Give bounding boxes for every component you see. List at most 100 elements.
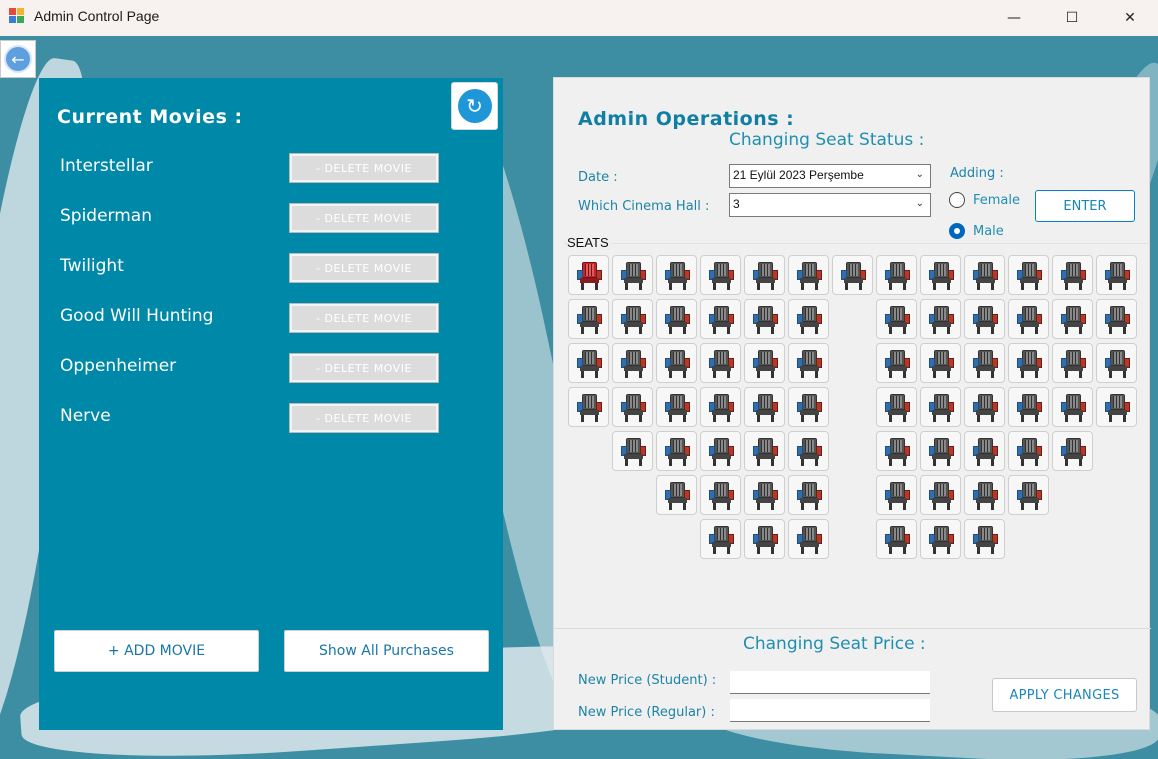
seat[interactable] (568, 343, 609, 383)
seat[interactable] (876, 299, 917, 339)
seat[interactable] (700, 387, 741, 427)
seat[interactable] (700, 343, 741, 383)
delete-movie-button[interactable]: - DELETE MOVIE (289, 303, 439, 333)
seat[interactable] (1008, 387, 1049, 427)
seat[interactable] (744, 299, 785, 339)
admin-operations-title: Admin Operations : (578, 108, 795, 130)
enter-button[interactable]: ENTER (1035, 190, 1135, 222)
delete-movie-button[interactable]: - DELETE MOVIE (289, 203, 439, 233)
seat[interactable] (876, 343, 917, 383)
movie-name: Nerve (60, 406, 111, 426)
seat[interactable] (788, 519, 829, 559)
seat[interactable] (612, 387, 653, 427)
radio-selected-icon (949, 223, 965, 239)
delete-movie-button[interactable]: - DELETE MOVIE (289, 253, 439, 283)
seat[interactable] (964, 431, 1005, 471)
maximize-button[interactable]: ☐ (1043, 0, 1101, 36)
seat[interactable] (656, 299, 697, 339)
seat[interactable] (612, 343, 653, 383)
seat[interactable] (832, 255, 873, 295)
seat[interactable] (700, 475, 741, 515)
seat[interactable] (656, 475, 697, 515)
female-label: Female (973, 192, 1021, 208)
seat[interactable] (920, 387, 961, 427)
student-price-input[interactable] (730, 671, 930, 694)
seat[interactable] (1008, 431, 1049, 471)
seat[interactable] (612, 431, 653, 471)
seat[interactable] (700, 255, 741, 295)
date-picker[interactable]: 21 Eylül 2023 Perşembe ⌄ (729, 164, 931, 188)
seat[interactable] (1052, 255, 1093, 295)
seat[interactable] (1096, 255, 1137, 295)
male-label: Male (973, 223, 1004, 239)
maximize-icon: ☐ (1065, 10, 1079, 26)
seat[interactable] (568, 387, 609, 427)
seat[interactable] (700, 431, 741, 471)
seat[interactable] (876, 519, 917, 559)
female-radio[interactable]: Female (949, 192, 1020, 208)
seat[interactable] (788, 343, 829, 383)
seat[interactable] (656, 431, 697, 471)
apply-changes-button[interactable]: APPLY CHANGES (992, 678, 1137, 712)
seat[interactable] (744, 343, 785, 383)
seat[interactable] (876, 255, 917, 295)
seat[interactable] (1008, 299, 1049, 339)
seat[interactable] (1008, 475, 1049, 515)
show-all-purchases-button[interactable]: Show All Purchases (284, 630, 489, 672)
seat[interactable] (920, 255, 961, 295)
back-button[interactable]: ← (0, 40, 36, 78)
seat[interactable] (1008, 343, 1049, 383)
seat[interactable] (744, 255, 785, 295)
seat[interactable] (964, 343, 1005, 383)
seat[interactable] (920, 431, 961, 471)
seat[interactable] (1096, 387, 1137, 427)
seat[interactable] (700, 519, 741, 559)
close-button[interactable]: ✕ (1101, 0, 1158, 36)
seat[interactable] (1052, 431, 1093, 471)
seat[interactable] (568, 299, 609, 339)
seat[interactable] (920, 475, 961, 515)
seat[interactable] (612, 255, 653, 295)
seat[interactable] (964, 299, 1005, 339)
seat[interactable] (656, 343, 697, 383)
seat[interactable] (1052, 387, 1093, 427)
seat[interactable] (964, 255, 1005, 295)
seat[interactable] (656, 255, 697, 295)
seat[interactable] (1052, 299, 1093, 339)
delete-movie-button[interactable]: - DELETE MOVIE (289, 153, 439, 183)
seat[interactable] (700, 299, 741, 339)
seat[interactable] (1096, 299, 1137, 339)
seat[interactable] (1008, 255, 1049, 295)
seat[interactable] (788, 431, 829, 471)
cinema-hall-select[interactable]: 3 ⌄ (729, 193, 931, 217)
seat[interactable] (876, 387, 917, 427)
seat[interactable] (744, 475, 785, 515)
add-movie-button[interactable]: + ADD MOVIE (54, 630, 259, 672)
delete-movie-button[interactable]: - DELETE MOVIE (289, 353, 439, 383)
seat[interactable] (964, 519, 1005, 559)
seat[interactable] (788, 387, 829, 427)
seat[interactable] (744, 519, 785, 559)
seat[interactable] (920, 519, 961, 559)
seat[interactable] (744, 387, 785, 427)
refresh-button[interactable]: ↻ (451, 82, 498, 130)
seat[interactable] (876, 431, 917, 471)
seat[interactable] (656, 387, 697, 427)
seat[interactable] (788, 255, 829, 295)
regular-price-input[interactable] (730, 699, 930, 722)
seat[interactable] (744, 431, 785, 471)
seat[interactable] (876, 475, 917, 515)
seat[interactable] (788, 299, 829, 339)
minimize-button[interactable]: — (985, 0, 1043, 36)
seat-taken[interactable] (568, 255, 609, 295)
male-radio[interactable]: Male (949, 223, 1004, 239)
seat[interactable] (964, 387, 1005, 427)
seat[interactable] (1052, 343, 1093, 383)
seat[interactable] (964, 475, 1005, 515)
seat[interactable] (788, 475, 829, 515)
delete-movie-button[interactable]: - DELETE MOVIE (289, 403, 439, 433)
seat[interactable] (1096, 343, 1137, 383)
seat[interactable] (612, 299, 653, 339)
seat[interactable] (920, 299, 961, 339)
seat[interactable] (920, 343, 961, 383)
